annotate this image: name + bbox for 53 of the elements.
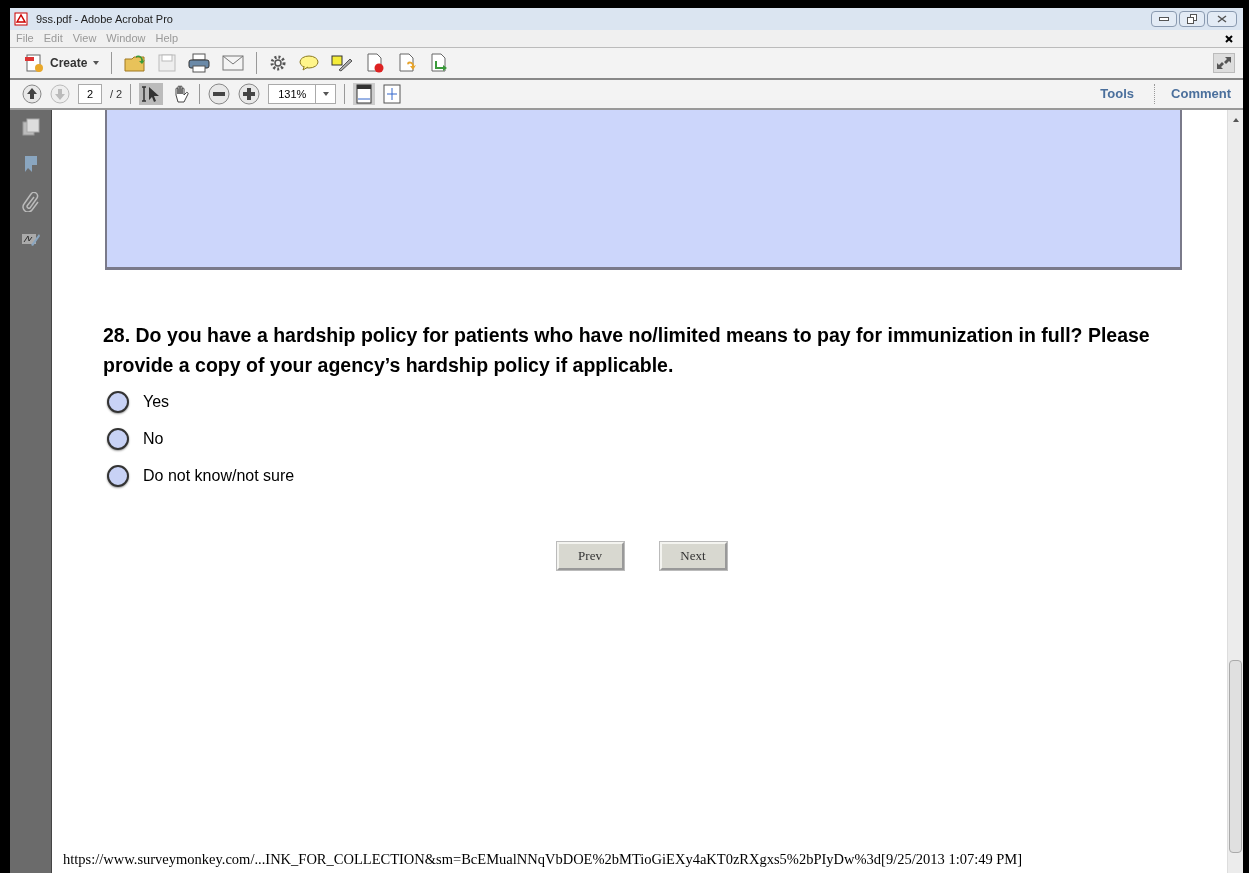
document-delete-icon[interactable] bbox=[365, 53, 386, 73]
close-icon[interactable] bbox=[1225, 34, 1233, 43]
caret-icon bbox=[322, 92, 329, 96]
scrollbar[interactable] bbox=[1227, 110, 1243, 873]
tools-tab[interactable]: Tools bbox=[1088, 84, 1147, 104]
page-number-field[interactable]: 2 bbox=[78, 84, 102, 104]
fit-width-icon[interactable] bbox=[353, 83, 376, 105]
minimize-icon bbox=[1159, 17, 1169, 21]
expand-icon bbox=[1216, 56, 1232, 70]
document-icon bbox=[24, 53, 44, 73]
scroll-up-icon bbox=[1232, 118, 1239, 122]
comment-tab[interactable]: Comment bbox=[1163, 84, 1231, 104]
create-button[interactable]: Create bbox=[24, 53, 100, 73]
folder-icon[interactable] bbox=[124, 53, 147, 73]
option-label: Yes bbox=[143, 392, 170, 412]
restore-button[interactable] bbox=[1179, 11, 1205, 27]
question-text: 28. Do you have a hardship policy for patients who have no/limited means to pay for immunization in full? Please provide a copy of your agency’s hardship policy if applicable. bbox=[103, 323, 1151, 378]
menu-item[interactable]: View bbox=[72, 30, 97, 47]
zoom-in-icon[interactable] bbox=[238, 83, 261, 105]
speech-bubble-icon[interactable] bbox=[299, 55, 320, 71]
menu-item[interactable]: Window bbox=[106, 30, 146, 47]
minimize-button[interactable] bbox=[1151, 11, 1177, 27]
envelope-icon[interactable] bbox=[222, 55, 245, 71]
nav-button[interactable]: Prev bbox=[556, 542, 624, 570]
zoom-dropdown[interactable]: 131% bbox=[268, 84, 337, 104]
close-icon bbox=[1217, 15, 1227, 23]
signature-icon[interactable] bbox=[20, 231, 41, 247]
zoom-out-icon[interactable] bbox=[208, 83, 231, 105]
scroll-thumb[interactable] bbox=[1229, 660, 1242, 853]
fit-page-icon[interactable] bbox=[383, 84, 402, 104]
menu-item[interactable]: Edit bbox=[43, 30, 63, 47]
pages-icon[interactable] bbox=[21, 118, 40, 136]
text-pencil-icon[interactable] bbox=[331, 54, 354, 72]
option-label: No bbox=[143, 429, 164, 449]
radio-button[interactable] bbox=[107, 391, 129, 413]
window-title: 9ss.pdf - Adobe Acrobat Pro bbox=[36, 11, 173, 27]
close-button[interactable] bbox=[1207, 11, 1237, 27]
option-label: Do not know/not sure bbox=[143, 466, 295, 486]
page-count: / 2 bbox=[110, 86, 123, 102]
settings-icon[interactable] bbox=[269, 54, 288, 72]
select-cursor-icon[interactable] bbox=[139, 83, 164, 105]
menu-item[interactable]: Help bbox=[155, 30, 179, 47]
caret-icon bbox=[93, 61, 100, 65]
paperclip-icon[interactable] bbox=[21, 192, 40, 212]
nav-button[interactable]: Next bbox=[659, 542, 727, 570]
expand-button[interactable] bbox=[1213, 53, 1235, 73]
pdf-icon bbox=[14, 12, 28, 26]
radio-button[interactable] bbox=[107, 465, 129, 487]
radio-button[interactable] bbox=[107, 428, 129, 450]
menu-item[interactable]: File bbox=[16, 30, 34, 47]
page-url: https://www.surveymonkey.com/...INK_FOR_COLLECTION&sm=BcEMualNNqVbDOE%2bMTioGiEXy4aKT0zRXgxs5%2bPIyDw%3d[9/25/2013 1:07:49 PM] bbox=[63, 850, 1023, 870]
printer-icon[interactable] bbox=[188, 53, 211, 73]
restore-icon bbox=[1187, 14, 1197, 24]
